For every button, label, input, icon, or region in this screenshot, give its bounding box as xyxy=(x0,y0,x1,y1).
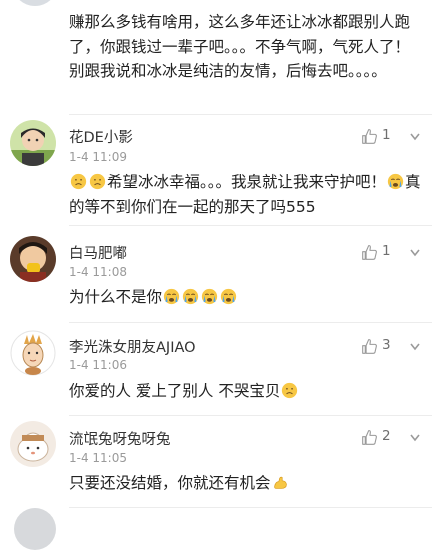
comment-text: 只要还没结婚，你就还有机会 xyxy=(69,471,421,496)
crying-face-emoji xyxy=(387,173,404,190)
crying-face-emoji xyxy=(220,288,237,305)
username[interactable]: 白马肥嘟 xyxy=(69,242,127,263)
avatar[interactable] xyxy=(10,236,56,282)
sad-face-emoji xyxy=(282,382,298,399)
timestamp: 1-4 11:09 xyxy=(69,150,127,164)
like-count: 1 xyxy=(382,127,391,143)
crying-face-emoji xyxy=(201,288,218,305)
avatar[interactable] xyxy=(10,330,56,376)
flexed-arm-emoji xyxy=(273,476,287,489)
comment-text: 你爱的人 爱上了别人 不哭宝贝 xyxy=(69,379,421,404)
comment-text-part: 只要还没结婚，你就还有机会 xyxy=(69,474,271,492)
comment-text-part: 希望冰冰幸福。。。我泉就让我来守护吧！ xyxy=(107,173,387,191)
comment-text: 赚那么多钱有啥用，这么多年还让冰冰都跟别人跑了，你跟钱过一辈子吧。。。不争气啊，… xyxy=(69,13,411,80)
chevron-down-icon xyxy=(410,249,420,257)
thumbs-up-icon xyxy=(362,128,377,144)
divider xyxy=(69,415,432,416)
divider xyxy=(69,114,432,115)
timestamp: 1-4 11:05 xyxy=(69,451,127,465)
sad-face-emoji xyxy=(70,173,87,190)
avatar[interactable] xyxy=(10,120,56,166)
crying-face-emoji xyxy=(182,288,199,305)
username[interactable]: 李光洙女朋友AJIAO xyxy=(69,336,196,357)
comment-text: 为什么不是你 xyxy=(69,285,421,310)
divider xyxy=(69,507,432,508)
avatar[interactable] xyxy=(12,0,58,6)
thumbs-up-icon xyxy=(362,338,377,354)
avatar[interactable] xyxy=(10,421,56,467)
thumbs-up-icon xyxy=(362,429,377,445)
chevron-down-icon xyxy=(410,434,420,442)
more-button[interactable] xyxy=(409,340,421,354)
like-count: 2 xyxy=(382,428,391,444)
timestamp: 1-4 11:06 xyxy=(69,358,127,372)
more-button[interactable] xyxy=(409,431,421,445)
comment-text-part: 你爱的人 爱上了别人 不哭宝贝 xyxy=(69,382,281,400)
username[interactable]: 花DE小影 xyxy=(69,126,133,147)
more-button[interactable] xyxy=(409,130,421,144)
thumbs-up-icon xyxy=(362,244,377,260)
timestamp: 1-4 11:08 xyxy=(69,265,127,279)
crying-face-emoji xyxy=(163,288,180,305)
divider xyxy=(69,225,432,226)
divider xyxy=(69,322,432,323)
like-count: 1 xyxy=(382,243,391,259)
avatar[interactable] xyxy=(14,508,56,550)
comment-text: 希望冰冰幸福。。。我泉就让我来守护吧！ 真的等不到你们在一起的那天了吗555 xyxy=(69,170,421,220)
chevron-down-icon xyxy=(410,343,420,351)
comment-text-part: 为什么不是你 xyxy=(69,288,163,306)
chevron-down-icon xyxy=(410,133,420,141)
more-button[interactable] xyxy=(409,246,421,260)
sad-face-emoji xyxy=(89,173,106,190)
like-count: 3 xyxy=(382,337,391,353)
username[interactable]: 流氓兔呀兔呀兔 xyxy=(69,428,171,449)
